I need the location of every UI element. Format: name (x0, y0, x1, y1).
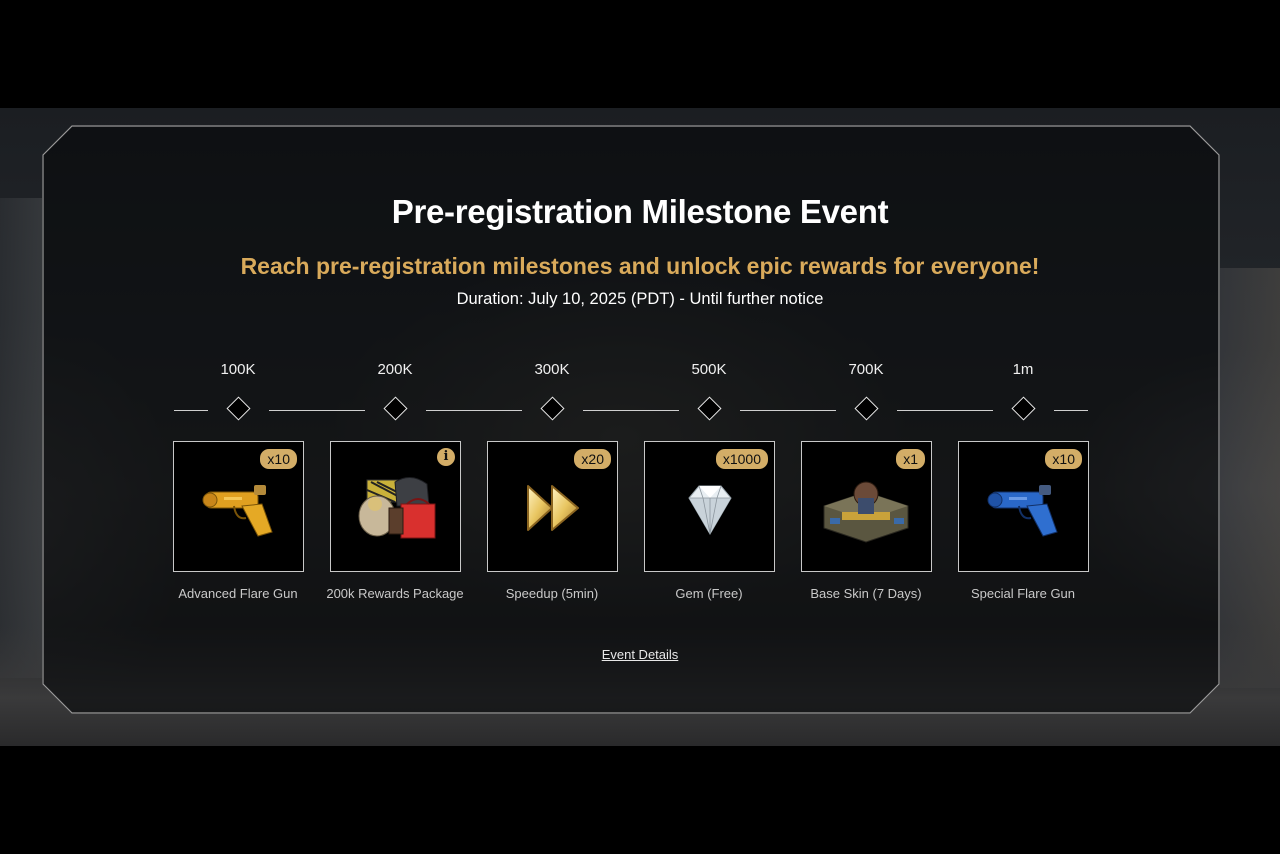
quantity-badge: x10 (260, 449, 297, 469)
milestone-label-300k: 300K (534, 361, 570, 378)
event-details-link[interactable]: Event Details (602, 647, 679, 662)
progress-track-segment (174, 410, 208, 411)
reward-name: Gem (Free) (675, 586, 743, 601)
quantity-badge: x20 (574, 449, 611, 469)
page-title: Pre-registration Milestone Event (391, 193, 889, 230)
milestone-label-1m: 1m (1012, 361, 1034, 378)
reward-name: Special Flare Gun (970, 586, 1076, 601)
event-details-container: Event Details (0, 646, 1280, 664)
quantity-badge: x1 (896, 449, 925, 469)
reward-card-special-flare-gun[interactable]: x10 (958, 441, 1089, 572)
background-building-right (1220, 268, 1280, 688)
milestone-label-100k: 100K (220, 361, 256, 378)
milestone-label-500k: 500K (691, 361, 727, 378)
event-subtitle: Reach pre-registration milestones and un… (240, 253, 1040, 279)
reward-card-advanced-flare-gun[interactable]: x10 (173, 441, 304, 572)
reward-name: Speedup (5min) (505, 586, 599, 601)
progress-track-segment (897, 410, 993, 411)
progress-track-segment (426, 410, 522, 411)
quantity-badge: x1000 (715, 449, 768, 469)
progress-track-segment (1054, 410, 1088, 411)
milestone-label-700k: 700K (848, 361, 884, 378)
info-icon[interactable]: i (437, 448, 455, 466)
milestone-label-200k: 200K (377, 361, 413, 378)
event-duration: Duration: July 10, 2025 (PDT) - Until fu… (456, 290, 824, 308)
reward-card-200k-rewards-package[interactable]: i (330, 441, 461, 572)
quantity-badge: x10 (1045, 449, 1082, 469)
reward-name: Base Skin (7 Days) (810, 586, 922, 601)
reward-name: Advanced Flare Gun (178, 586, 298, 601)
reward-name: 200k Rewards Package (326, 586, 464, 601)
progress-track-segment (740, 410, 836, 411)
progress-track-segment (583, 410, 679, 411)
reward-card-gem[interactable]: x1000 (644, 441, 775, 572)
progress-track-segment (269, 410, 365, 411)
reward-card-speedup[interactable]: x20 (487, 441, 618, 572)
reward-card-base-skin[interactable]: x1 (801, 441, 932, 572)
